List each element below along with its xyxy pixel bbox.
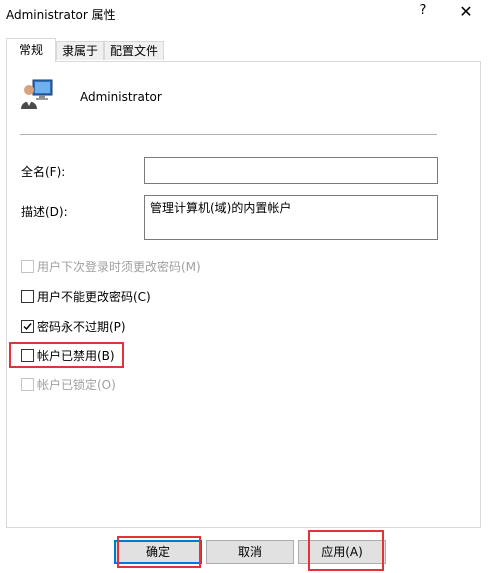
user-name: Administrator: [80, 90, 162, 104]
tab-profile[interactable]: 配置文件: [104, 41, 164, 60]
checkbox-account-disabled[interactable]: 帐户已禁用(B): [21, 347, 115, 363]
fullname-input[interactable]: [144, 157, 438, 184]
description-label: 描述(D):: [21, 205, 68, 219]
user-computer-icon: [21, 79, 53, 109]
checkbox-label: 密码永不过期(P): [37, 319, 126, 334]
checkbox-cannot-change-password[interactable]: 用户不能更改密码(C): [21, 288, 151, 304]
checkbox-label: 用户不能更改密码(C): [37, 289, 151, 304]
tab-member-of[interactable]: 隶属于: [56, 41, 104, 60]
checkbox-label: 帐户已禁用(B): [37, 348, 115, 363]
checkbox-box[interactable]: [21, 259, 34, 273]
checkbox-password-never-expires[interactable]: 密码永不过期(P): [21, 318, 126, 334]
checkbox-box[interactable]: [21, 319, 34, 333]
checkbox-must-change-password[interactable]: 用户下次登录时须更改密码(M): [21, 258, 201, 274]
ok-button[interactable]: 确定: [114, 540, 202, 564]
cancel-button[interactable]: 取消: [206, 540, 294, 564]
checkbox-box[interactable]: [21, 348, 34, 362]
checkbox-label: 用户下次登录时须更改密码(M): [37, 259, 201, 274]
separator: [20, 134, 437, 135]
checkbox-account-locked[interactable]: 帐户已锁定(O): [21, 376, 116, 392]
description-input[interactable]: 管理计算机(域)的内置帐户: [144, 195, 438, 240]
checkbox-label: 帐户已锁定(O): [37, 377, 116, 392]
window-title: Administrator 属性: [6, 8, 116, 22]
check-mark-icon: [23, 322, 32, 330]
title-bar: Administrator 属性 ? ✕: [0, 0, 488, 30]
checkbox-box[interactable]: [21, 289, 34, 303]
help-button[interactable]: ?: [415, 3, 431, 23]
close-button[interactable]: ✕: [455, 2, 477, 24]
fullname-label: 全名(F):: [21, 165, 66, 179]
tab-general[interactable]: 常规: [6, 38, 56, 62]
checkbox-box[interactable]: [21, 377, 34, 391]
apply-button[interactable]: 应用(A): [298, 540, 386, 564]
